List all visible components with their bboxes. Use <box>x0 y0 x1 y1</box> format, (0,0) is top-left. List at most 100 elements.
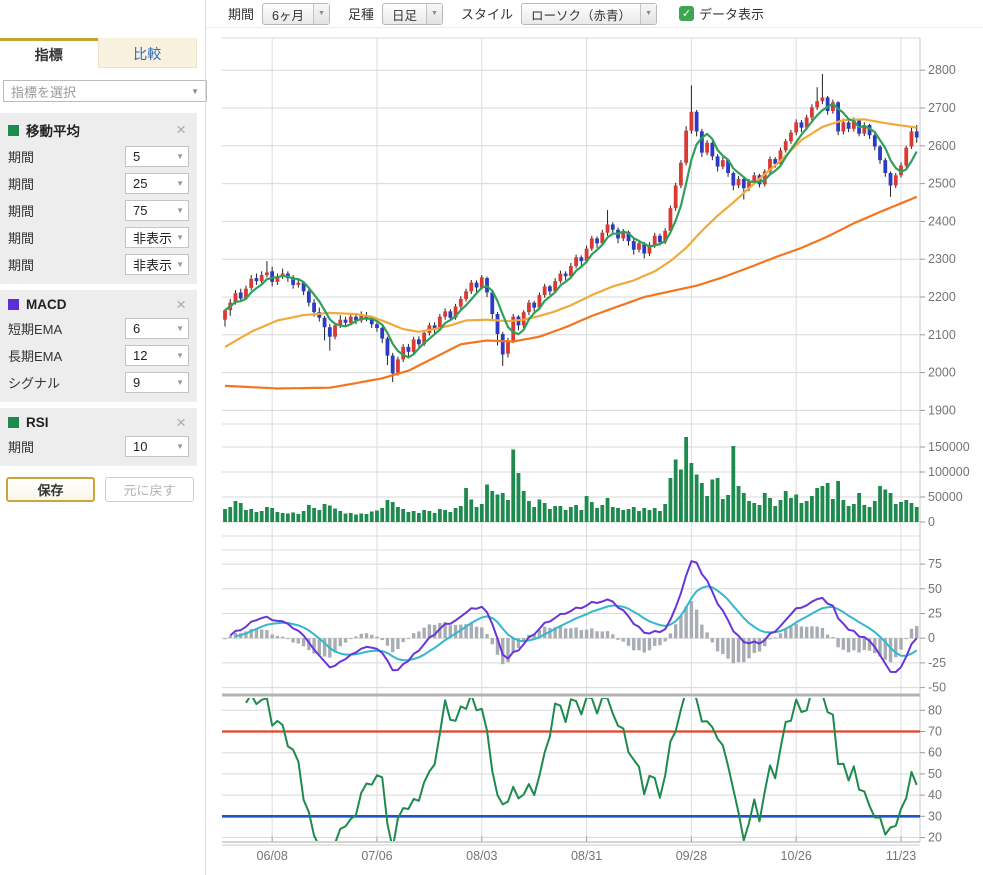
volume-bar <box>899 502 903 522</box>
svg-text:10/26: 10/26 <box>781 849 812 863</box>
ma25-line <box>225 119 917 347</box>
volume-bar <box>579 510 583 522</box>
svg-text:80: 80 <box>928 703 942 717</box>
volume-bar <box>684 437 688 522</box>
volume-bar <box>726 495 730 522</box>
volume-bar <box>705 496 709 522</box>
rsi-line <box>246 689 917 865</box>
volume-bar <box>244 510 248 522</box>
volume-bar <box>249 509 253 522</box>
volume-bar <box>904 500 908 522</box>
stock-chart-app: 期間 6ヶ月 ▼ 足種 日足 ▼ スタイル ローソク（赤青） ▼ ✓ データ表示… <box>0 0 983 875</box>
volume-bar <box>517 473 521 522</box>
volume-bar <box>296 514 300 522</box>
volume-bar <box>632 507 636 522</box>
volume-bar <box>873 501 877 522</box>
volume-bar <box>789 498 793 522</box>
volume-bar <box>826 483 830 522</box>
volume-bar <box>386 500 390 522</box>
svg-text:150000: 150000 <box>928 440 970 454</box>
volume-bar <box>496 495 500 523</box>
volume-bar <box>658 511 662 522</box>
svg-text:70: 70 <box>928 725 942 739</box>
svg-text:50: 50 <box>928 582 942 596</box>
volume-bar <box>737 486 741 522</box>
volume-bar <box>590 502 594 522</box>
volume-bar <box>600 505 604 522</box>
volume-bar <box>323 504 327 522</box>
volume-bar <box>595 508 599 522</box>
svg-text:2000: 2000 <box>928 366 956 380</box>
volume-bar <box>260 511 264 522</box>
volume-bar <box>910 503 914 522</box>
volume-bar <box>805 501 809 522</box>
volume-bar <box>276 512 280 522</box>
svg-text:20: 20 <box>928 831 942 845</box>
volume-bar <box>281 513 285 522</box>
volume-bar <box>464 488 468 522</box>
volume-bar <box>857 493 861 522</box>
volume-bar <box>543 503 547 522</box>
volume-bar <box>852 504 856 522</box>
volume-bar <box>716 478 720 522</box>
volume-bar <box>616 508 620 522</box>
volume-panel <box>223 437 919 522</box>
volume-bar <box>878 486 882 522</box>
svg-text:2800: 2800 <box>928 63 956 77</box>
volume-bar <box>239 503 243 522</box>
volume-bar <box>365 514 369 522</box>
volume-bar <box>480 504 484 522</box>
volume-bar <box>454 508 458 522</box>
volume-bar <box>228 507 232 522</box>
svg-text:100000: 100000 <box>928 465 970 479</box>
volume-bar <box>317 510 321 522</box>
volume-bar <box>747 501 751 522</box>
volume-bar <box>637 511 641 522</box>
volume-bar <box>606 498 610 522</box>
volume-bar <box>663 504 667 522</box>
volume-bar <box>344 514 348 523</box>
svg-text:60: 60 <box>928 746 942 760</box>
svg-text:-50: -50 <box>928 681 946 695</box>
macd-line <box>230 561 917 672</box>
svg-text:08/03: 08/03 <box>466 849 497 863</box>
volume-bar <box>768 498 772 522</box>
volume-bar <box>841 500 845 522</box>
volume-bar <box>359 514 363 523</box>
volume-bar <box>401 509 405 522</box>
volume-bar <box>490 491 494 522</box>
volume-bar <box>710 480 714 523</box>
volume-bar <box>417 513 421 522</box>
volume-bar <box>548 509 552 522</box>
svg-text:2700: 2700 <box>928 101 956 115</box>
svg-text:-25: -25 <box>928 656 946 670</box>
svg-text:40: 40 <box>928 788 942 802</box>
volume-bar <box>522 491 526 522</box>
volume-bar <box>328 506 332 523</box>
volume-bar <box>653 508 657 522</box>
volume-bar <box>721 499 725 522</box>
svg-text:08/31: 08/31 <box>571 849 602 863</box>
volume-bar <box>894 504 898 522</box>
rsi-panel <box>222 689 920 865</box>
chart-canvas[interactable]: 06/0807/0608/0308/3109/2810/2611/2328002… <box>0 0 983 875</box>
volume-bar <box>255 512 259 522</box>
volume-bar <box>831 499 835 522</box>
volume-bar <box>648 510 652 522</box>
volume-bar <box>338 511 342 522</box>
volume-bar <box>758 505 762 522</box>
chart-grid <box>222 38 925 845</box>
 <box>230 561 917 672</box>
volume-bar <box>422 510 426 522</box>
volume-bar <box>448 512 452 522</box>
volume-bar <box>234 501 238 522</box>
price-panel <box>223 74 919 389</box>
volume-bar <box>742 493 746 522</box>
volume-bar <box>752 503 756 522</box>
volume-bar <box>815 488 819 522</box>
volume-bar <box>291 513 295 523</box>
volume-bar <box>784 491 788 522</box>
volume-bar <box>553 506 557 522</box>
ma75-line <box>225 197 917 389</box>
volume-bar <box>312 508 316 522</box>
